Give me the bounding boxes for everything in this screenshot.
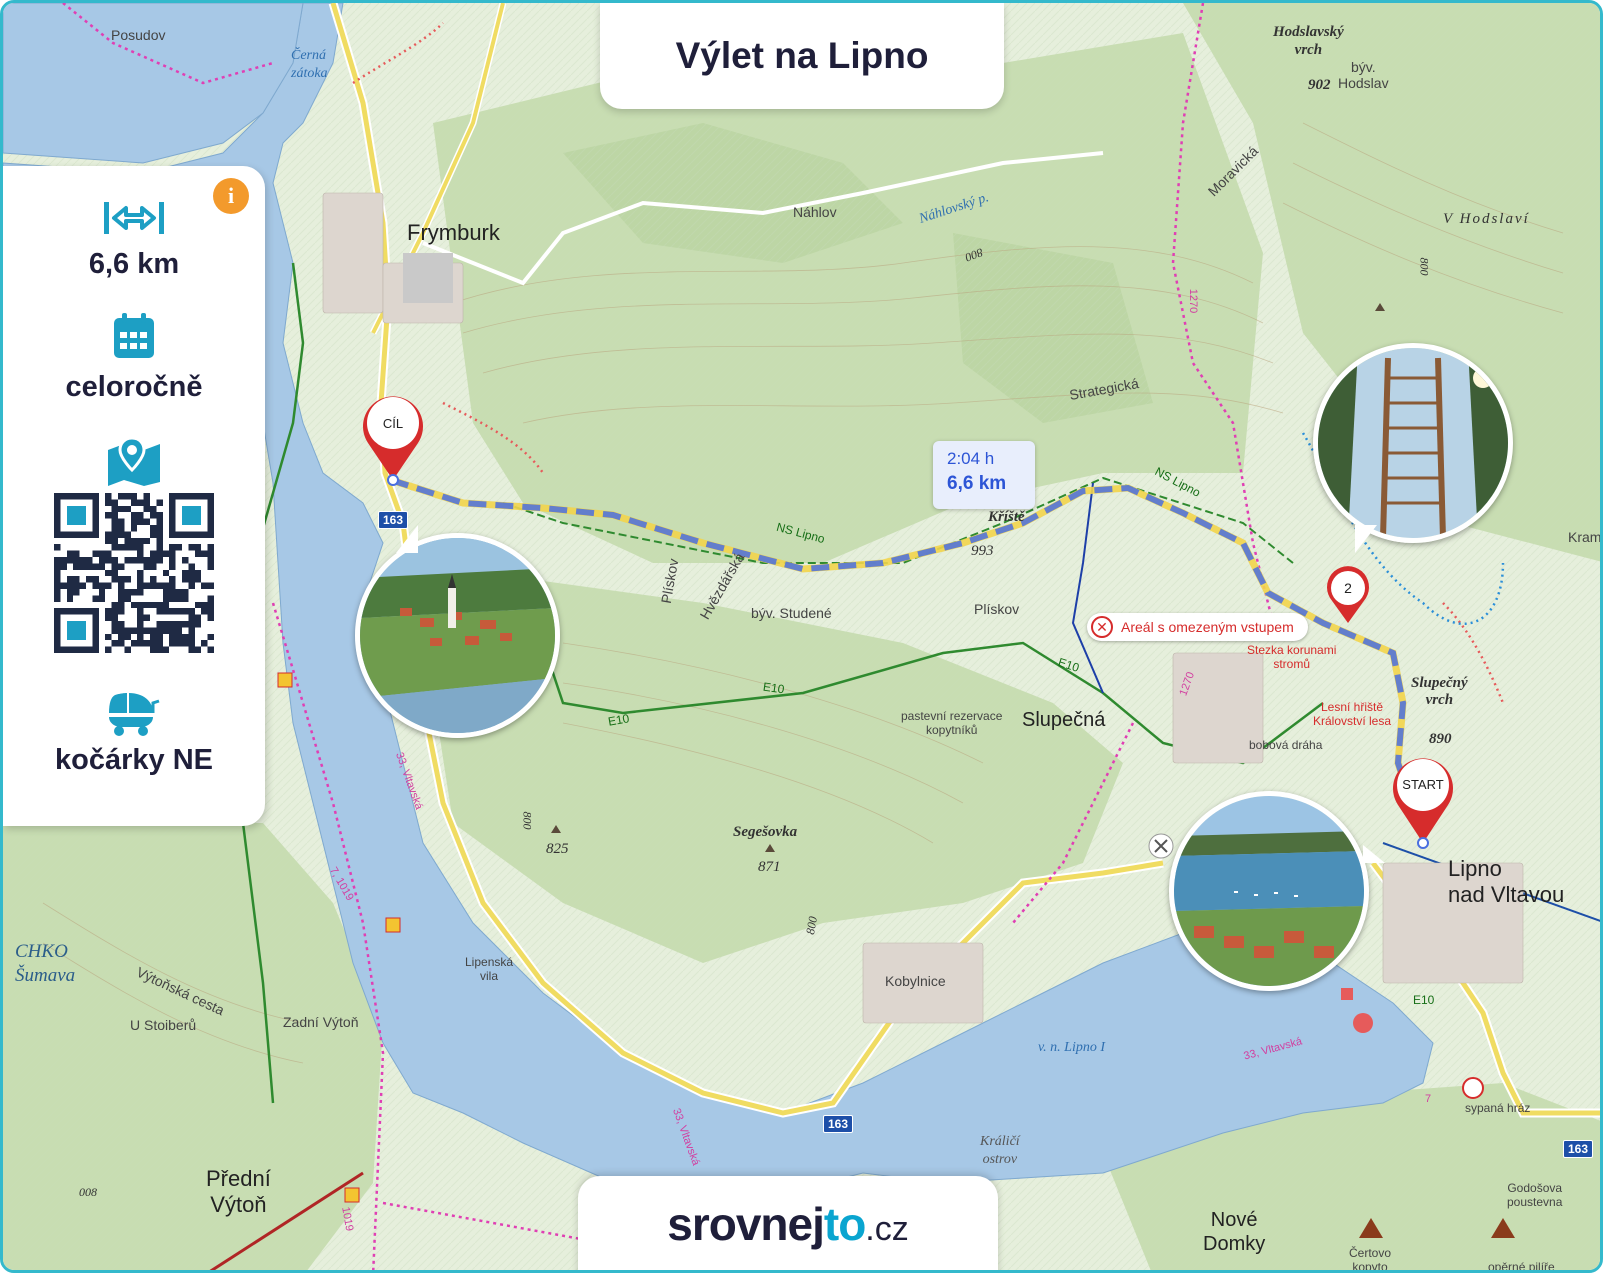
label-height-800-1: 800	[520, 811, 535, 830]
photo-treetop-walk-image	[1318, 348, 1508, 538]
page-title: Výlet na Lipno	[675, 35, 929, 76]
map-frame: Posudov Černá zátoka Frymburk Náhlov Náh…	[0, 0, 1603, 1273]
photo-lipno-marina[interactable]	[1169, 791, 1369, 991]
label-v-hodslavi: V Hodslaví	[1443, 211, 1530, 227]
label-predni-vyton: Přední Výtoň	[206, 1166, 271, 1217]
map-pin-icon	[3, 436, 265, 486]
distance-arrows-icon	[3, 198, 265, 238]
label-kramolin: Kramo	[1568, 529, 1602, 545]
road-163-label-b: 163	[823, 1115, 854, 1133]
label-sypana-hraz: sypaná hráz	[1465, 1101, 1531, 1115]
label-route-7: 7	[1425, 1093, 1432, 1105]
label-height-008: 008	[79, 1185, 97, 1199]
label-nove-domky: Nové Domky	[1203, 1209, 1266, 1255]
label-byv-hodslav: býv. Hodslav	[1338, 59, 1389, 91]
label-slupecna: Slupečná	[1022, 709, 1106, 731]
route-distance: 6,6 km	[947, 473, 1007, 494]
stroller-value: kočárky NE	[55, 744, 213, 776]
label-e10-4: E10	[1413, 993, 1435, 1007]
road-163-label-c: 163	[1563, 1140, 1594, 1158]
photo-frymburk-tail	[396, 525, 418, 553]
label-segesovka: Segešovka	[733, 824, 798, 840]
label-lipno-nad-vltavou: Lipno nad Vltavou	[1448, 856, 1565, 907]
label-height-800-4: 800	[1417, 257, 1432, 276]
label-certovo-kopyto: Čertovo kopyto	[1349, 1246, 1392, 1273]
label-kriste: Kříště	[988, 509, 1025, 525]
label-operne-pilire: opěrné pilíře	[1488, 1260, 1555, 1273]
label-u-stoiberu: U Stoiberů	[130, 1017, 197, 1033]
photo-frymburk-image	[360, 538, 555, 733]
end-pin-label: CÍL	[382, 416, 404, 431]
label-lesni-hriste: Lesní hřiště Království lesa	[1313, 700, 1392, 728]
photo-marina-tail	[1363, 845, 1385, 863]
qr-code[interactable]	[3, 493, 265, 653]
brand-part-3: .cz	[865, 1210, 909, 1248]
waypoint-2-label: 2	[1344, 580, 1352, 596]
label-height-825: 825	[546, 841, 569, 857]
trip-info-sidebar: i 6,6 km celoročně kočárky NE	[3, 166, 265, 826]
photo-treetop-walk[interactable]	[1313, 343, 1513, 543]
label-posudov: Posudov	[111, 27, 166, 43]
label-bobova-draha: bobová dráha	[1249, 738, 1323, 752]
label-frymburk: Frymburk	[407, 220, 500, 245]
industrial-area	[403, 253, 453, 303]
label-route-1270-1: 1270	[1187, 288, 1200, 314]
no-entry-icon: ✕	[1091, 616, 1113, 638]
label-zadni-vyton: Zadní Výtoň	[283, 1014, 359, 1030]
label-kralici-ostrov: Králičí ostrov	[980, 1134, 1020, 1167]
calendar-icon	[3, 312, 265, 360]
label-e10-2: E10	[762, 679, 786, 697]
label-godosova-poustevna: Godošova poustevna	[1507, 1181, 1563, 1209]
label-cerna-zatoka: Černá zátoka	[291, 48, 328, 81]
label-byv-studene: býv. Studené	[751, 605, 832, 621]
label-height-890: 890	[1429, 731, 1452, 747]
title-card: Výlet na Lipno	[600, 3, 1004, 109]
start-pin-label: START	[1402, 777, 1444, 792]
photo-frymburk[interactable]	[355, 533, 560, 738]
label-pastevni-rezervace: pastevní rezervace kopytníků	[901, 709, 1003, 737]
label-height-993: 993	[971, 543, 994, 559]
label-slupecny-vrch: Slupečný vrch	[1411, 675, 1468, 708]
season-value: celoročně	[65, 371, 203, 403]
route-time: 2:04 h	[947, 449, 995, 468]
photo-lipno-marina-image	[1174, 796, 1364, 986]
brand-part-1: srovnej	[667, 1198, 825, 1250]
label-height-902: 902	[1308, 77, 1331, 93]
restricted-area-badge[interactable]: ✕ Areál s omezeným vstupem	[1087, 613, 1308, 641]
stroller-icon	[3, 689, 265, 737]
label-nahlov: Náhlov	[793, 204, 837, 220]
brand-card[interactable]: srovnejto.cz	[578, 1176, 998, 1270]
label-chko-sumava: CHKO Šumava	[15, 941, 76, 986]
photo-treetop-tail	[1355, 525, 1377, 553]
label-stezka-korunami: Stezka korunami stromů	[1247, 643, 1337, 671]
label-height-871: 871	[758, 859, 781, 875]
brand-part-2: to	[823, 1198, 866, 1250]
label-vn-lipno: v. n. Lipno I	[1038, 1040, 1106, 1055]
brand-logo[interactable]: srovnejto.cz	[667, 1197, 909, 1251]
route-summary-tooltip[interactable]: 2:04 h 6,6 km	[933, 441, 1035, 509]
label-height-800-2: 800	[803, 915, 820, 936]
distance-value: 6,6 km	[88, 248, 180, 280]
restricted-area-label: Areál s omezeným vstupem	[1121, 619, 1294, 635]
label-pliskov-1: Plískov	[974, 601, 1020, 617]
label-hodslavsky-vrch: Hodslavský vrch	[1273, 24, 1344, 58]
label-lipenska-vila: Lipenská vila	[465, 955, 514, 983]
label-kobylnice: Kobylnice	[885, 973, 946, 989]
